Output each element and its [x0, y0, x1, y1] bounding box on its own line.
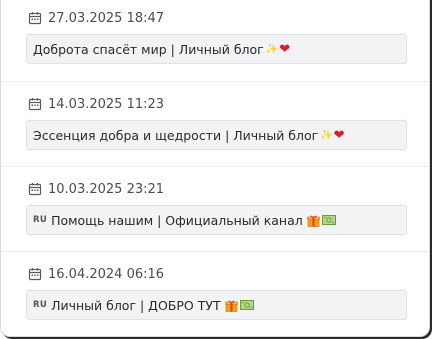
post-message: Личный блог | ДОБРО ТУТ: [51, 297, 221, 313]
post-date-row: 27.03.2025 18:47: [28, 10, 164, 26]
money-bill-icon: [239, 300, 254, 310]
calendar-icon: [28, 98, 42, 111]
post-date: 16.04.2024 06:16: [48, 266, 165, 282]
sparkle-icon: ✨: [265, 43, 279, 55]
post-message-box[interactable]: Доброта спасёт мир | Личный блог ✨ ❤: [26, 34, 407, 64]
post-entry: 16.04.2024 06:16 RU Личный блог | ДОБРО …: [1, 251, 429, 336]
post-message-box[interactable]: RU Личный блог | ДОБРО ТУТ: [26, 290, 407, 320]
post-date: 27.03.2025 18:47: [48, 10, 165, 26]
post-entry: 10.03.2025 23:21 RU Помощь нашим | Офици…: [1, 166, 429, 252]
heart-icon: ❤: [279, 41, 291, 57]
calendar-icon: [28, 12, 42, 25]
posts-panel: 27.03.2025 18:47 Доброта спасёт мир | Ли…: [0, 0, 430, 337]
post-date-row: 14.03.2025 11:23: [28, 96, 164, 112]
post-message: Эссенция добра и щедрости | Личный блог: [33, 127, 319, 143]
calendar-icon: [28, 183, 42, 196]
gift-icon: [306, 215, 320, 227]
post-date-row: 10.03.2025 23:21: [28, 181, 164, 197]
post-message-box[interactable]: RU Помощь нашим | Официальный канал: [26, 205, 407, 235]
post-date: 14.03.2025 11:23: [48, 96, 165, 112]
post-message: Доброта спасёт мир | Личный блог: [33, 41, 264, 57]
ru-flag-icon: RU: [33, 300, 48, 310]
post-date: 10.03.2025 23:21: [48, 181, 165, 197]
post-message: Помощь нашим | Официальный канал: [51, 212, 303, 228]
post-entry: 27.03.2025 18:47 Доброта спасёт мир | Ли…: [1, 0, 429, 81]
money-bill-icon: [321, 215, 336, 225]
post-entry: 14.03.2025 11:23 Эссенция добра и щедрос…: [1, 81, 429, 167]
sparkle-icon: ✨: [320, 129, 333, 141]
gift-icon: [224, 300, 238, 312]
heart-icon: ❤: [333, 127, 345, 143]
post-message-box[interactable]: Эссенция добра и щедрости | Личный блог …: [26, 120, 407, 150]
post-date-row: 16.04.2024 06:16: [28, 266, 164, 282]
calendar-icon: [28, 268, 42, 281]
ru-flag-icon: RU: [33, 215, 48, 225]
